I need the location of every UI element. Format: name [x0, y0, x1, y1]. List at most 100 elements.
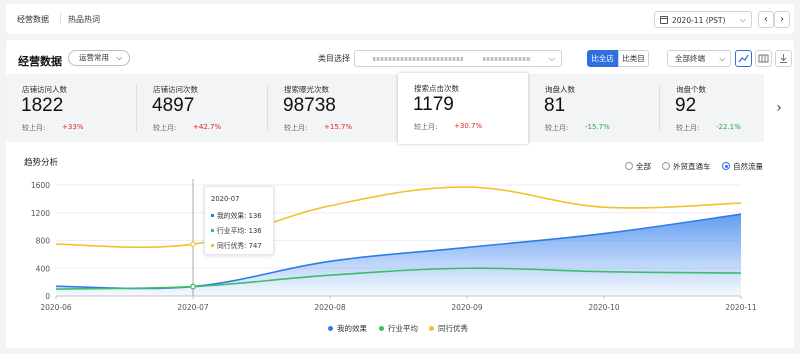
kpi-label: 店铺访问人数 — [22, 85, 67, 94]
prev-month-button[interactable]: ‹ — [758, 11, 774, 28]
series-marker — [211, 229, 214, 232]
tooltip-text: 行业平均: 136 — [217, 227, 262, 235]
tooltip-row: 我的效果: 136 — [211, 210, 262, 220]
legend-item[interactable]: 行业平均 — [379, 323, 418, 334]
legend-item[interactable]: 我的效果 — [328, 323, 367, 334]
kpi-value: 92 — [675, 95, 697, 116]
data-point — [190, 283, 196, 290]
data-point — [190, 241, 196, 247]
x-tick-label: 2020-07 — [177, 303, 209, 312]
kpi-change: +30.7% — [454, 122, 483, 130]
kpi-label: 询盘人数 — [545, 85, 575, 94]
tab-divider — [60, 13, 61, 24]
kpi-mom-label: 较上月: — [22, 124, 46, 132]
business-data-panel: 经营数据 运营常用 ⌵ 类目选择 ⌵ 比全店 比类目 全部终端 ⌵ 店铺访问人数… — [6, 40, 794, 348]
tooltip-title: 2020-07 — [211, 195, 240, 203]
scope-value: 运营常用 — [79, 53, 109, 62]
y-tick-label: 1600 — [31, 181, 50, 190]
kpi-value: 4897 — [152, 95, 195, 116]
series-area — [56, 214, 741, 296]
legend-item[interactable]: 同行优秀 — [429, 323, 468, 334]
tooltip-text: 同行优秀: 747 — [217, 242, 262, 250]
kpi-row: 店铺访问人数 1822 较上月: +33% 店铺访问次数 4897 较上月: +… — [6, 73, 794, 144]
calendar-icon — [660, 16, 668, 24]
kpi-card[interactable]: 询盘人数 81 较上月: -15.7% — [529, 74, 659, 142]
download-button[interactable] — [775, 50, 792, 67]
chevron-down-icon: ⌵ — [719, 54, 725, 63]
kpi-change: +33% — [62, 123, 84, 131]
trend-chart: 0 400 800 1200 1600 2020-06 2020-07 2020-08 2020… — [31, 179, 757, 312]
tab-business-data[interactable]: 经营数据 — [17, 14, 49, 25]
legend-label: 行业平均 — [388, 324, 418, 333]
x-tick-label: 2020-08 — [314, 303, 346, 312]
series-marker — [211, 214, 214, 217]
kpi-mom-label: 较上月: — [676, 124, 700, 132]
kpi-next-button[interactable]: › — [764, 74, 794, 142]
table-view-button[interactable] — [755, 50, 772, 67]
series-marker — [211, 244, 214, 247]
kpi-value: 1179 — [413, 94, 454, 115]
y-tick-label: 0 — [45, 292, 50, 301]
category-path-redacted — [373, 57, 463, 61]
chevron-down-icon: ⌵ — [548, 54, 555, 63]
tooltip-text: 我的效果: 136 — [217, 212, 262, 220]
top-bar: 经营数据 热品热词 2020-11 (PST) ⌵ ‹ › — [6, 4, 794, 34]
tooltip-row: 同行优秀: 747 — [211, 240, 262, 250]
kpi-card[interactable]: 询盘个数 92 较上月: -22.1% — [660, 74, 764, 142]
chevron-down-icon: ⌵ — [739, 15, 746, 24]
kpi-change: -22.1% — [716, 123, 741, 131]
kpi-card[interactable]: 店铺访问人数 1822 较上月: +33% — [6, 74, 136, 142]
date-value: 2020-11 (PST) — [672, 16, 726, 25]
y-tick-label: 1200 — [31, 209, 50, 218]
tab-hot-products[interactable]: 热品热词 — [68, 14, 100, 25]
line-chart-icon — [738, 54, 749, 63]
x-tick-label: 2020-09 — [451, 303, 483, 312]
chevron-down-icon: ⌵ — [116, 53, 122, 62]
kpi-card-selected[interactable]: 搜索点击次数 1179 较上月: +30.7% — [398, 73, 528, 144]
category-label: 类目选择 — [318, 54, 350, 63]
chevron-right-icon: › — [776, 100, 782, 116]
category-path-redacted — [483, 57, 531, 61]
kpi-label: 店铺访问次数 — [153, 85, 198, 94]
date-select[interactable]: 2020-11 (PST) ⌵ — [654, 11, 752, 28]
scope-select[interactable]: 运营常用 ⌵ — [68, 50, 130, 66]
kpi-change: +42.7% — [193, 123, 222, 131]
filter-all-radio[interactable]: 全部 — [625, 161, 651, 172]
terminal-value: 全部终端 — [675, 54, 705, 63]
kpi-label: 询盘个数 — [676, 85, 706, 94]
kpi-card[interactable]: 店铺访问次数 4897 较上月: +42.7% — [137, 74, 267, 142]
x-tick-label: 2020-06 — [40, 303, 72, 312]
table-icon — [758, 54, 769, 63]
filter-p4p-radio[interactable]: 外贸直通车 — [662, 161, 711, 172]
legend-marker — [379, 326, 384, 331]
legend-label: 同行优秀 — [438, 324, 468, 333]
chart-tooltip: 2020-07 我的效果: 136 行业平均: 136 同行优秀: 747 — [204, 186, 274, 255]
filter-organic-radio[interactable]: 自然流量 — [722, 161, 763, 172]
compare-store-button[interactable]: 比全店 — [587, 50, 618, 67]
kpi-value: 98738 — [283, 95, 336, 116]
tooltip-row: 行业平均: 136 — [211, 225, 262, 235]
panel-title: 经营数据 — [18, 55, 62, 68]
next-month-button[interactable]: › — [774, 11, 790, 28]
kpi-card[interactable]: 搜索曝光次数 98738 较上月: +15.7% — [268, 74, 398, 142]
kpi-change: +15.7% — [324, 123, 353, 131]
trend-title: 趋势分析 — [24, 158, 59, 168]
compare-category-button[interactable]: 比类目 — [618, 50, 649, 67]
legend-label: 我的效果 — [337, 324, 367, 333]
filter-label: 全部 — [636, 162, 651, 171]
filter-label: 外贸直通车 — [673, 162, 711, 171]
kpi-mom-label: 较上月: — [414, 123, 438, 131]
kpi-change: -15.7% — [585, 123, 610, 131]
kpi-mom-label: 较上月: — [153, 124, 177, 132]
radio-selected-icon — [722, 162, 730, 170]
y-tick-label: 800 — [36, 237, 51, 246]
x-tick-label: 2020-11 — [725, 303, 757, 312]
download-icon — [780, 54, 787, 63]
y-tick-label: 400 — [36, 264, 51, 273]
radio-icon — [662, 162, 670, 170]
terminal-select[interactable]: 全部终端 ⌵ — [667, 50, 731, 67]
filter-label: 自然流量 — [733, 162, 763, 171]
kpi-label: 搜索曝光次数 — [284, 85, 329, 94]
line-chart-view-button[interactable] — [735, 50, 752, 67]
category-select[interactable]: ⌵ — [354, 50, 562, 67]
